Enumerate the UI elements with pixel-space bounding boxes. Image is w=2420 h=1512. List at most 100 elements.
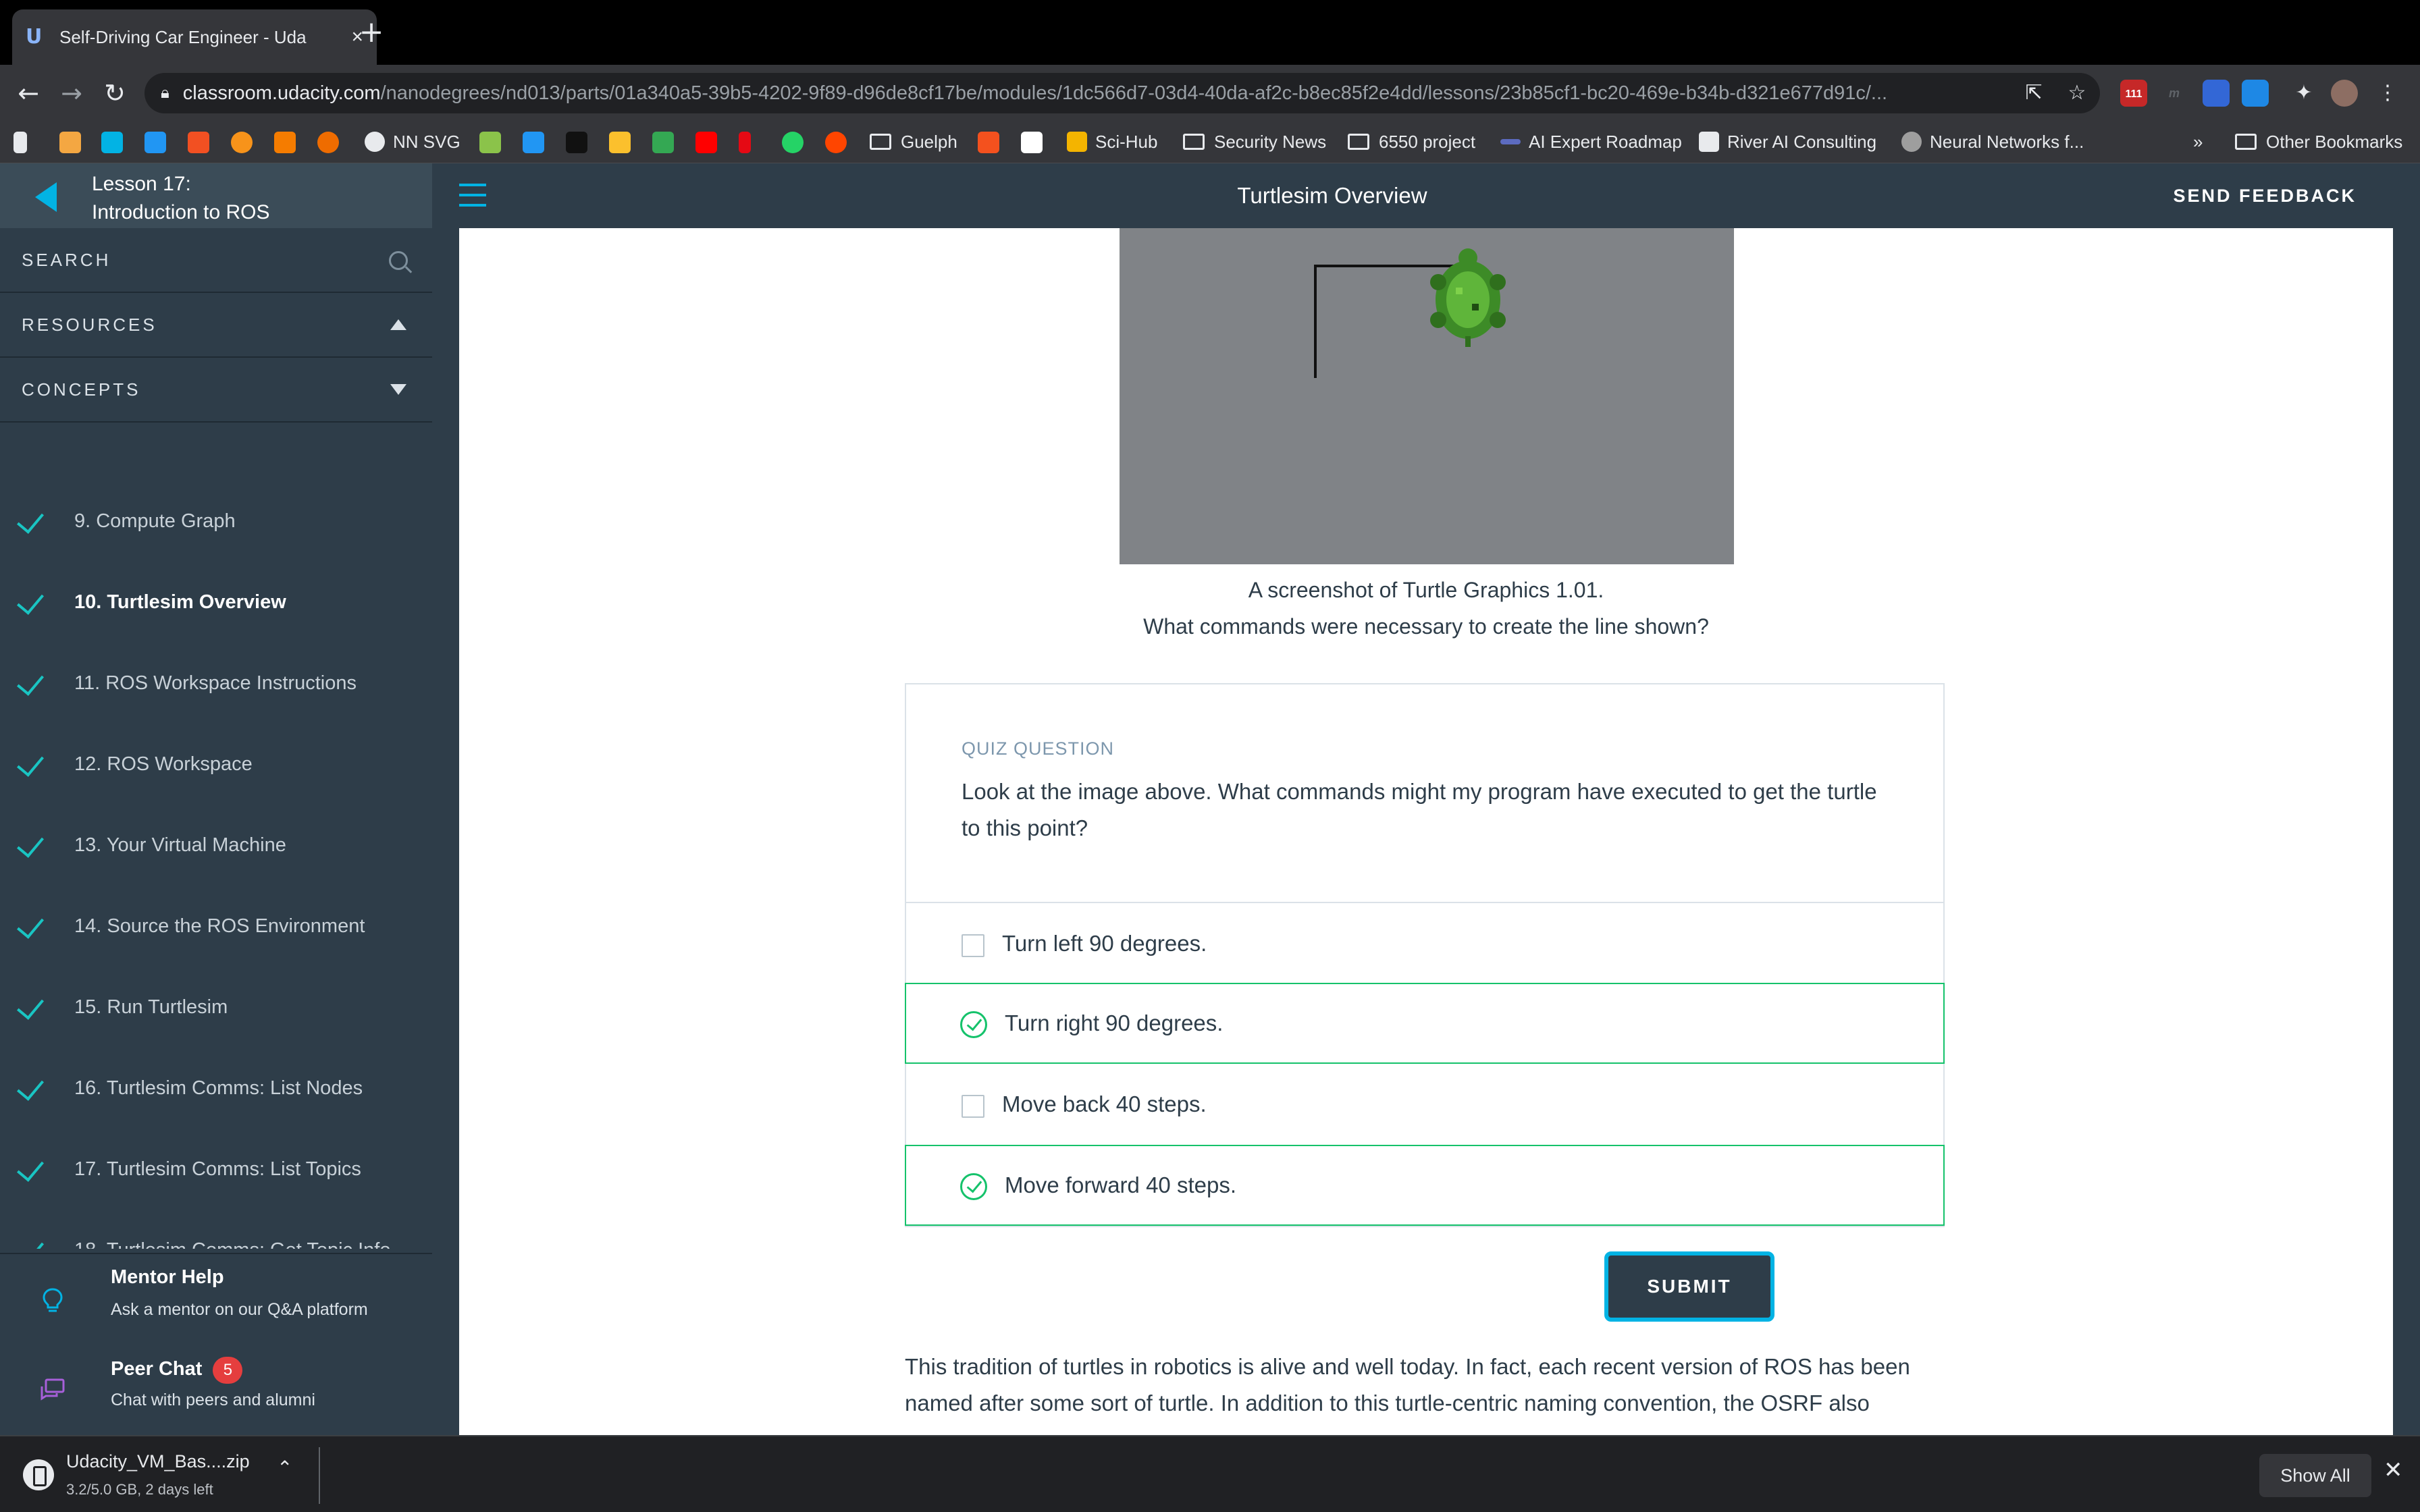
checkbox[interactable]: [962, 934, 984, 957]
bookmark-k-icon[interactable]: [144, 132, 166, 153]
bookmarks-overflow-button[interactable]: »: [2193, 128, 2203, 155]
bookmark-nn-svg[interactable]: NN SVG: [365, 128, 461, 155]
sidebar-help-footer: Mentor Help Ask a mentor on our Q&A plat…: [0, 1253, 432, 1435]
lesson-sidebar: Lesson 17: Introduction to ROS SEARCH RE…: [0, 163, 432, 1435]
back-button[interactable]: ←: [11, 76, 46, 111]
checkmark-icon: [17, 749, 44, 777]
quiz-option-selected[interactable]: Turn right 90 degrees.: [905, 983, 1945, 1064]
concept-item[interactable]: 12. ROS Workspace: [0, 730, 432, 798]
bookmark-youtube-icon[interactable]: [695, 132, 717, 153]
send-feedback-button[interactable]: SEND FEEDBACK: [2173, 163, 2357, 228]
extensions-puzzle-icon[interactable]: ✦: [2293, 82, 2315, 104]
bookmark-folder-guelph[interactable]: Guelph: [870, 128, 957, 155]
url-text: classroom.udacity.com/nanodegrees/nd013/…: [182, 82, 1888, 104]
extension-m-icon[interactable]: m: [2161, 80, 2188, 107]
download-file-icon[interactable]: [23, 1459, 54, 1490]
lesson-title: Lesson 17: Introduction to ROS: [92, 173, 270, 223]
quiz-option[interactable]: Move back 40 steps.: [905, 1064, 1945, 1145]
chevron-up-icon[interactable]: ⌃: [277, 1457, 292, 1479]
bookmark-sci-hub[interactable]: Sci-Hub: [1067, 128, 1157, 155]
other-bookmarks[interactable]: Other Bookmarks: [2235, 128, 2402, 155]
sidebar-resources-toggle[interactable]: RESOURCES: [0, 293, 432, 358]
mentor-help-link[interactable]: Mentor Help Ask a mentor on our Q&A plat…: [0, 1254, 432, 1342]
image-caption: A screenshot of Turtle Graphics 1.01.: [1248, 578, 1604, 602]
peer-chat-title: Peer Chat: [111, 1358, 203, 1380]
bookmark-icon[interactable]: [274, 132, 296, 153]
bookmark-icon[interactable]: [317, 132, 339, 153]
browser-menu-icon[interactable]: ⋮: [2377, 82, 2398, 104]
sidebar-concepts-toggle[interactable]: CONCEPTS: [0, 358, 432, 423]
browser-tab-strip: U Self-Driving Car Engineer - Uda × +: [0, 0, 2420, 65]
bookmark-whatsapp-icon[interactable]: [782, 132, 804, 153]
checkmark-icon: [17, 992, 44, 1020]
search-icon[interactable]: [389, 251, 408, 270]
reload-button[interactable]: ↻: [97, 76, 132, 111]
bookmark-udacity-icon[interactable]: [101, 132, 123, 153]
concept-item-active[interactable]: 10. Turtlesim Overview: [0, 568, 432, 636]
submit-button[interactable]: SUBMIT: [1604, 1251, 1774, 1322]
bookmark-folder-6550-project[interactable]: 6550 project: [1348, 128, 1475, 155]
download-file-name[interactable]: Udacity_VM_Bas....zip: [66, 1451, 250, 1472]
bookmark-grammarly-icon[interactable]: [978, 132, 999, 153]
concept-item[interactable]: 18. Turtlesim Comms: Get Topic Info: [0, 1216, 432, 1249]
checkmark-icon: [17, 668, 44, 696]
content-area: A screenshot of Turtle Graphics 1.01. Wh…: [432, 228, 2420, 1435]
back-to-lessons-icon[interactable]: [35, 182, 57, 212]
bookmark-icon[interactable]: [523, 132, 544, 153]
peer-chat-link[interactable]: Peer Chat 5 Chat with peers and alumni: [0, 1345, 432, 1432]
folder-icon: [1348, 134, 1369, 150]
check-circle-icon[interactable]: [960, 1173, 987, 1200]
bookmark-ai-expert-roadmap[interactable]: AI Expert Roadmap: [1500, 128, 1682, 155]
bookmark-icon[interactable]: [609, 132, 631, 153]
bookmark-icon[interactable]: [1021, 132, 1043, 153]
new-tab-button[interactable]: +: [354, 15, 389, 50]
concept-item[interactable]: 14. Source the ROS Environment: [0, 892, 432, 960]
bookmark-reddit-icon[interactable]: [825, 132, 847, 153]
lesson-header: Lesson 17: Introduction to ROS: [0, 163, 432, 228]
bookmark-drive-icon[interactable]: [652, 132, 674, 153]
checkmark-icon: [17, 506, 44, 534]
divider: [319, 1447, 320, 1504]
extension-window-icon[interactable]: [2242, 80, 2269, 107]
show-all-downloads-button[interactable]: Show All: [2259, 1454, 2371, 1497]
open-in-app-icon[interactable]: ⇱: [2023, 82, 2045, 104]
checkbox[interactable]: [962, 1095, 984, 1118]
bookmark-icon[interactable]: [479, 132, 501, 153]
check-circle-icon[interactable]: [960, 1011, 987, 1038]
profile-avatar[interactable]: [2331, 80, 2358, 107]
lesson-content: A screenshot of Turtle Graphics 1.01. Wh…: [459, 228, 2393, 1435]
bookmark-folder-security-news[interactable]: Security News: [1183, 128, 1326, 155]
concept-item[interactable]: 13. Your Virtual Machine: [0, 811, 432, 879]
checkmark-icon: [17, 1073, 44, 1101]
quiz-option-selected[interactable]: Move forward 40 steps.: [905, 1145, 1945, 1226]
sidebar-search[interactable]: SEARCH: [0, 228, 432, 293]
address-bar[interactable]: 🔒︎ classroom.udacity.com/nanodegrees/nd0…: [144, 73, 2100, 113]
quiz-header: QUIZ QUESTION Look at the image above. W…: [906, 684, 1943, 903]
bookmark-icon[interactable]: [59, 132, 81, 153]
bookmark-microsoft-icon[interactable]: [188, 132, 209, 153]
bookmark-river-ai-consulting[interactable]: River AI Consulting: [1699, 128, 1876, 155]
concept-item[interactable]: 15. Run Turtlesim: [0, 973, 432, 1041]
forward-button[interactable]: →: [54, 76, 89, 111]
bookmark-icon[interactable]: [14, 132, 27, 153]
bookmark-netflix-icon[interactable]: [739, 132, 751, 153]
checkmark-icon: [17, 1235, 44, 1249]
open-external-icon[interactable]: [2089, 82, 2111, 104]
bookmark-medium-icon[interactable]: [566, 132, 587, 153]
turtle-icon: [1430, 248, 1506, 347]
extension-badge-icon[interactable]: 111: [2120, 80, 2147, 107]
extension-blue-icon[interactable]: [2203, 80, 2230, 107]
concept-item[interactable]: 16. Turtlesim Comms: List Nodes: [0, 1054, 432, 1122]
checkmark-icon: [17, 1154, 44, 1182]
page-title: Turtlesim Overview: [1237, 183, 1427, 208]
browser-tab-active[interactable]: U Self-Driving Car Engineer - Uda ×: [12, 9, 377, 65]
bookmark-star-icon[interactable]: ☆: [2066, 82, 2088, 104]
bookmark-neural-networks[interactable]: Neural Networks f...: [1901, 128, 2084, 155]
bookmark-bitcoin-icon[interactable]: [231, 132, 253, 153]
concept-item[interactable]: 17. Turtlesim Comms: List Topics: [0, 1135, 432, 1203]
concept-item[interactable]: 9. Compute Graph: [0, 487, 432, 555]
close-icon[interactable]: ✕: [2384, 1457, 2403, 1484]
quiz-option[interactable]: Turn left 90 degrees.: [905, 903, 1945, 984]
concept-item[interactable]: 11. ROS Workspace Instructions: [0, 649, 432, 717]
lesson-body-text: This tradition of turtles in robotics is…: [905, 1354, 1910, 1415]
